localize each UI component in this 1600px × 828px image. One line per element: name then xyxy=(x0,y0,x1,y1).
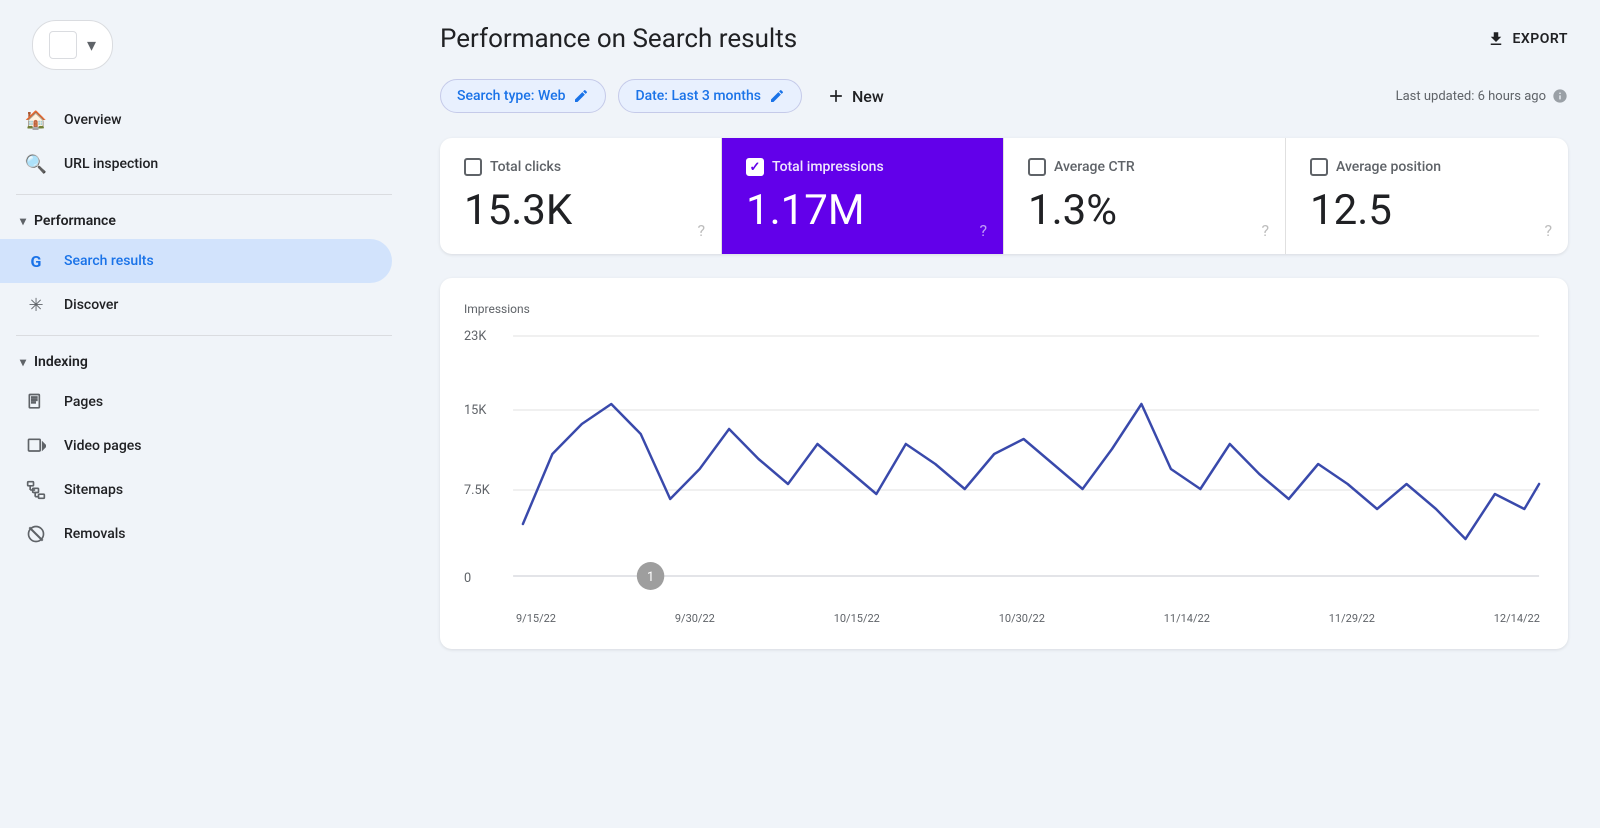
sidebar-item-video-pages[interactable]: Video pages xyxy=(0,424,392,468)
pages-label: Pages xyxy=(64,394,103,410)
search-type-filter[interactable]: Search type: Web xyxy=(440,79,606,113)
export-icon xyxy=(1487,30,1505,48)
x-label-1: 9/15/22 xyxy=(516,612,556,625)
search-type-label: Search type: Web xyxy=(457,88,565,104)
sidebar-item-pages[interactable]: Pages xyxy=(0,380,392,424)
home-icon: 🏠 xyxy=(24,108,48,132)
edit-icon-2 xyxy=(769,88,785,104)
total-clicks-checkbox[interactable] xyxy=(464,158,482,176)
new-label: New xyxy=(852,87,884,106)
sidebar-item-url-inspection[interactable]: 🔍 URL inspection xyxy=(0,142,392,186)
chart-y-label: Impressions xyxy=(464,302,1544,316)
property-icon xyxy=(49,31,77,59)
x-label-3: 10/15/22 xyxy=(834,612,880,625)
edit-icon xyxy=(573,88,589,104)
total-clicks-value: 15.3K xyxy=(464,188,697,234)
removals-label: Removals xyxy=(64,526,126,542)
plus-icon xyxy=(826,86,846,106)
page-title: Performance on Search results xyxy=(440,24,797,54)
average-ctr-checkbox[interactable] xyxy=(1028,158,1046,176)
last-updated-label: Last updated: 6 hours ago xyxy=(1396,89,1546,104)
svg-text:23K: 23K xyxy=(464,329,487,344)
video-pages-label: Video pages xyxy=(64,438,141,454)
chart-area: 23K 15K 7.5K 0 1 xyxy=(464,324,1544,604)
impressions-chart: 23K 15K 7.5K 0 1 xyxy=(464,324,1544,604)
sidebar-item-removals[interactable]: Removals xyxy=(0,512,392,556)
sitemaps-label: Sitemaps xyxy=(64,482,123,498)
metric-card-average-position[interactable]: Average position 12.5 ? xyxy=(1286,138,1568,254)
chart-x-labels: 9/15/22 9/30/22 10/15/22 10/30/22 11/14/… xyxy=(464,612,1544,625)
total-impressions-value: 1.17M xyxy=(746,188,979,234)
x-label-5: 11/14/22 xyxy=(1164,612,1210,625)
performance-label: Performance xyxy=(34,213,116,229)
average-position-label: Average position xyxy=(1336,159,1441,175)
x-label-4: 10/30/22 xyxy=(999,612,1045,625)
average-position-checkbox[interactable] xyxy=(1310,158,1328,176)
metrics-row: Total clicks 15.3K ? ✓ Total impressions… xyxy=(440,138,1568,254)
sidebar-item-overview[interactable]: 🏠 Overview xyxy=(0,98,392,142)
date-label: Date: Last 3 months xyxy=(635,88,761,104)
divider-1 xyxy=(16,194,392,195)
metric-card-total-impressions[interactable]: ✓ Total impressions 1.17M ? xyxy=(722,138,1004,254)
property-selector[interactable]: ▾ xyxy=(32,20,113,70)
total-clicks-help-icon[interactable]: ? xyxy=(697,221,705,240)
total-impressions-help-icon[interactable]: ? xyxy=(979,221,987,240)
last-updated: Last updated: 6 hours ago xyxy=(1396,88,1568,104)
chart-line xyxy=(523,404,1539,539)
average-ctr-value: 1.3% xyxy=(1028,188,1261,234)
svg-text:7.5K: 7.5K xyxy=(464,483,491,498)
new-button[interactable]: New xyxy=(814,78,896,114)
filter-bar: Search type: Web Date: Last 3 months New… xyxy=(440,78,1568,114)
sidebar-item-search-results[interactable]: G Search results xyxy=(0,239,392,283)
metric-card-average-ctr[interactable]: Average CTR 1.3% ? xyxy=(1004,138,1286,254)
performance-section-header[interactable]: ▾ Performance xyxy=(0,203,408,239)
average-ctr-label: Average CTR xyxy=(1054,159,1135,175)
date-filter[interactable]: Date: Last 3 months xyxy=(618,79,802,113)
checkmark-icon: ✓ xyxy=(750,160,761,175)
svg-text:15K: 15K xyxy=(464,403,487,418)
main-content: Performance on Search results EXPORT Sea… xyxy=(408,0,1600,828)
annotation-text: 1 xyxy=(647,570,654,585)
total-impressions-checkbox[interactable]: ✓ xyxy=(746,158,764,176)
url-inspection-label: URL inspection xyxy=(64,156,158,172)
collapse-arrow-icon-2: ▾ xyxy=(20,355,26,369)
total-impressions-label: Total impressions xyxy=(772,159,884,175)
collapse-arrow-icon: ▾ xyxy=(20,214,26,228)
x-label-2: 9/30/22 xyxy=(675,612,715,625)
svg-text:0: 0 xyxy=(464,571,471,586)
discover-icon: ✳ xyxy=(24,293,48,317)
search-results-label: Search results xyxy=(64,253,154,269)
discover-label: Discover xyxy=(64,297,118,313)
divider-2 xyxy=(16,335,392,336)
sidebar-item-discover[interactable]: ✳ Discover xyxy=(0,283,392,327)
indexing-section-header[interactable]: ▾ Indexing xyxy=(0,344,408,380)
chevron-down-icon: ▾ xyxy=(87,35,96,56)
page-header: Performance on Search results EXPORT xyxy=(440,24,1568,54)
indexing-label: Indexing xyxy=(34,354,88,370)
total-clicks-label: Total clicks xyxy=(490,159,561,175)
chart-container: Impressions 23K 15K 7.5K 0 1 xyxy=(440,278,1568,649)
removals-icon xyxy=(24,522,48,546)
export-button[interactable]: EXPORT xyxy=(1487,30,1568,48)
overview-label: Overview xyxy=(64,112,121,128)
pages-icon xyxy=(24,390,48,414)
video-pages-icon xyxy=(24,434,48,458)
x-label-6: 11/29/22 xyxy=(1329,612,1375,625)
average-ctr-help-icon[interactable]: ? xyxy=(1261,221,1269,240)
export-label: EXPORT xyxy=(1513,31,1568,47)
info-icon xyxy=(1552,88,1568,104)
sidebar: ▾ 🏠 Overview 🔍 URL inspection ▾ Performa… xyxy=(0,0,408,828)
average-position-help-icon[interactable]: ? xyxy=(1544,221,1552,240)
sidebar-item-sitemaps[interactable]: Sitemaps xyxy=(0,468,392,512)
x-label-7: 12/14/22 xyxy=(1494,612,1540,625)
search-icon: 🔍 xyxy=(24,152,48,176)
average-position-value: 12.5 xyxy=(1310,188,1544,234)
google-g-icon: G xyxy=(24,249,48,273)
metric-card-total-clicks[interactable]: Total clicks 15.3K ? xyxy=(440,138,722,254)
sitemaps-icon xyxy=(24,478,48,502)
